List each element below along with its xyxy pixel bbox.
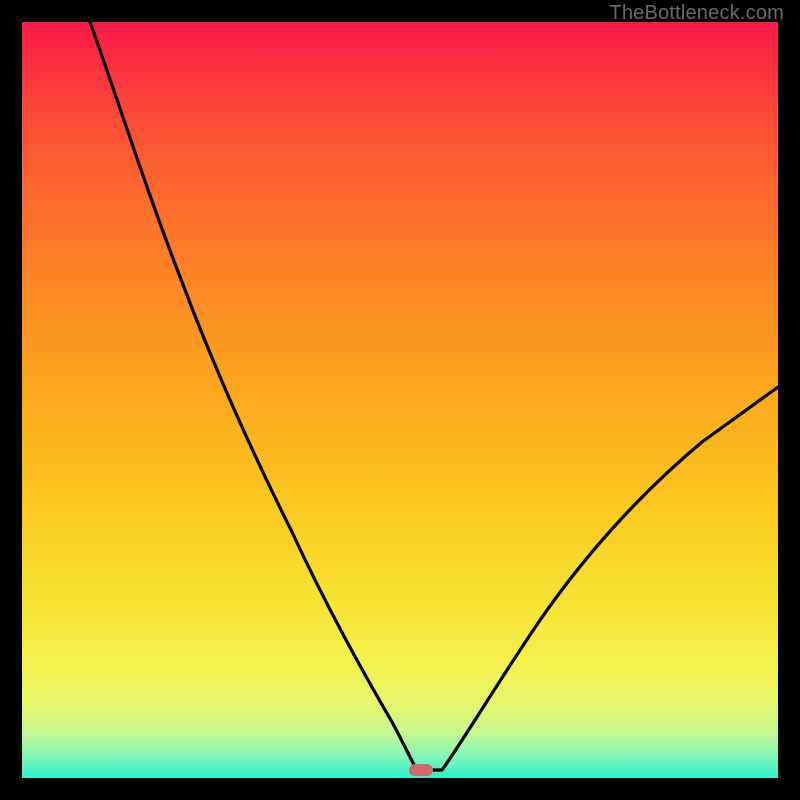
curve-path — [90, 22, 778, 770]
plot-area — [22, 22, 778, 778]
bottleneck-curve — [22, 22, 778, 778]
chart-frame: TheBottleneck.com — [0, 0, 800, 800]
optimum-marker — [409, 764, 433, 776]
